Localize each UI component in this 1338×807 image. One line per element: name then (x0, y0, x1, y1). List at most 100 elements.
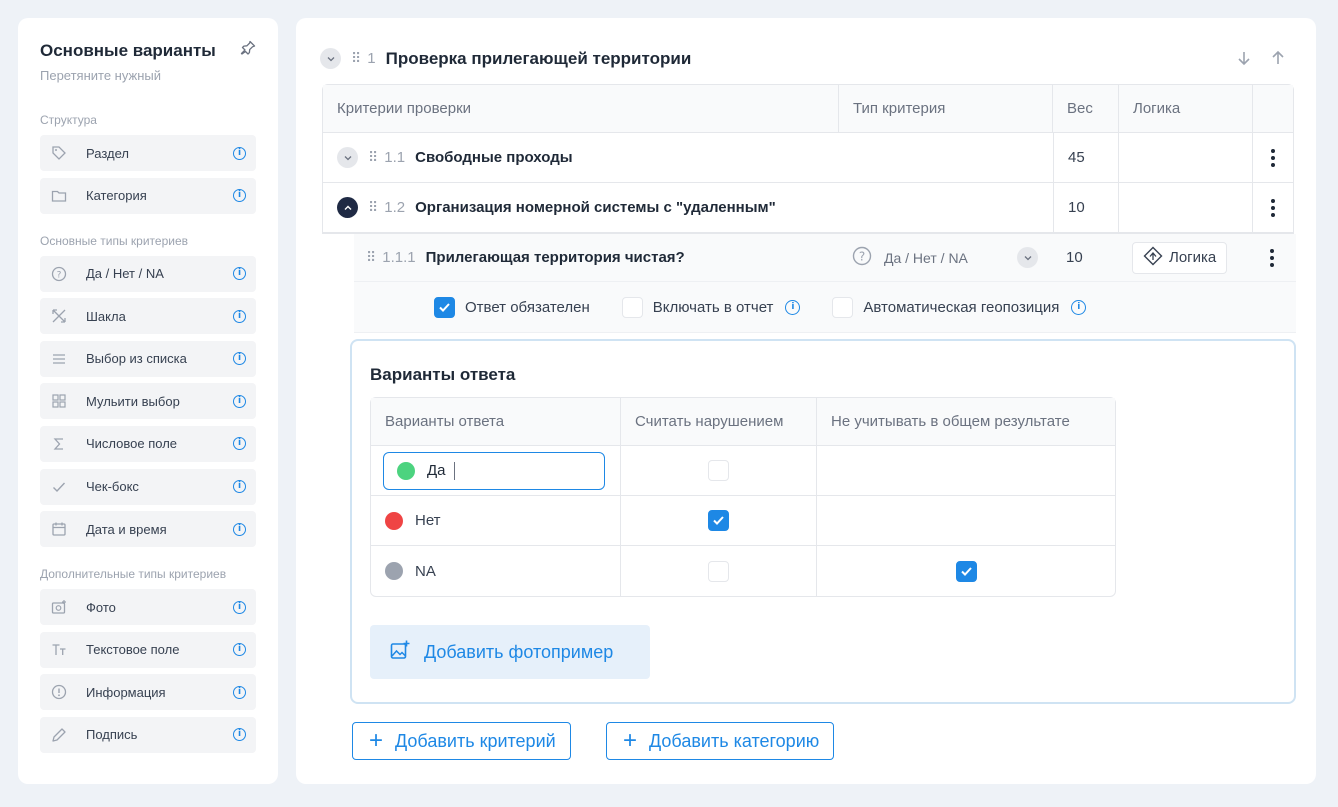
variant-label: Нет (415, 512, 441, 529)
main-panel: ⠿ 1 Проверка прилегающей территории Крит… (296, 18, 1316, 784)
image-add-icon (390, 640, 410, 665)
row-menu-button[interactable] (1252, 234, 1292, 281)
sub-criterion-options: Ответ обязателен Включать в отчет i Авто… (354, 282, 1296, 332)
info-icon[interactable]: i (233, 267, 246, 281)
pin-icon[interactable] (240, 40, 256, 61)
option-include-report[interactable]: Включать в отчет i (621, 296, 801, 318)
info-icon[interactable]: i (233, 394, 246, 408)
weight-cell: 10 (1066, 249, 1083, 266)
sidebar-item-scale[interactable]: Шакла i (40, 298, 256, 335)
violation-checkbox[interactable] (708, 560, 729, 582)
info-icon[interactable]: i (233, 600, 246, 614)
auto-geo-checkbox[interactable] (832, 296, 854, 318)
header-spacer (1253, 85, 1293, 132)
drag-handle-icon[interactable]: ⠿ (368, 199, 378, 216)
plus-icon: + (369, 727, 384, 754)
color-dot[interactable] (385, 562, 403, 580)
sidebar-item-yes-no-na[interactable]: ? Да / Нет / NA i (40, 255, 256, 292)
required-checkbox[interactable] (434, 296, 455, 318)
drag-handle-icon[interactable]: ⠿ (368, 149, 378, 166)
violation-checkbox[interactable] (708, 460, 729, 481)
arrow-down-icon[interactable] (1236, 50, 1252, 71)
column-header: Тип критерия (839, 85, 1053, 132)
sub-criterion-row[interactable]: ⠿ 1.1.1 Прилегающая территория чистая? ?… (354, 234, 1296, 282)
variants-title: Варианты ответа (370, 365, 516, 384)
info-icon[interactable]: i (785, 299, 801, 315)
sidebar-item-text-field[interactable]: Текстовое поле i (40, 631, 256, 668)
kebab-icon (1270, 248, 1274, 267)
info-icon[interactable]: i (1071, 299, 1087, 315)
logic-icon (1143, 246, 1163, 270)
column-header: Вес (1053, 85, 1119, 132)
exclude-checkbox[interactable] (955, 560, 977, 582)
plus-icon: + (623, 727, 638, 754)
row-title: Организация номерной системы с "удаленны… (415, 199, 776, 216)
info-icon[interactable]: i (233, 146, 246, 160)
include-report-checkbox[interactable] (621, 296, 643, 318)
color-dot[interactable] (397, 461, 415, 480)
table-row[interactable]: ⠿ 1.2 Организация номерной системы с "уд… (323, 183, 1293, 233)
sidebar-item-label: Фото (86, 599, 116, 615)
variants-table: Варианты ответа Считать нарушением Не уч… (370, 397, 1116, 597)
add-category-button[interactable]: + Добавить категорию (606, 722, 835, 760)
sidebar-subtitle: Перетяните нужный (40, 68, 161, 83)
sidebar-item-datetime[interactable]: Дата и время i (40, 511, 256, 548)
sidebar-item-list-choice[interactable]: Выбор из списка i (40, 340, 256, 377)
weight-cell: 10 (1053, 183, 1119, 232)
add-photo-example-button[interactable]: Добавить фотопример (370, 625, 650, 679)
sidebar-item-information[interactable]: Информация i (40, 674, 256, 711)
chevron-down-icon[interactable] (1017, 247, 1038, 268)
sidebar-item-label: Числовое поле (86, 436, 178, 452)
arrow-up-icon[interactable] (1270, 50, 1286, 71)
tag-icon (50, 144, 68, 162)
drag-handle-icon[interactable]: ⠿ (351, 50, 361, 67)
info-icon[interactable]: i (233, 437, 246, 451)
collapse-section-button[interactable] (320, 48, 341, 69)
list-icon (50, 350, 68, 368)
info-icon[interactable]: i (233, 189, 246, 203)
row-menu-button[interactable] (1253, 133, 1293, 182)
sidebar-item-section[interactable]: Раздел i (40, 135, 256, 171)
option-auto-geo[interactable]: Автоматическая геопозиция i (832, 296, 1087, 318)
sidebar-item-signature[interactable]: Подпись i (40, 716, 256, 753)
add-category-label: Добавить категорию (649, 730, 820, 751)
add-criterion-button[interactable]: + Добавить критерий (352, 722, 571, 760)
type-select[interactable]: ? Да / Нет / NA (838, 234, 1052, 281)
violation-checkbox[interactable] (708, 510, 729, 531)
sidebar-item-multi-choice[interactable]: Мульити выбор i (40, 383, 256, 420)
chevron-down-icon (327, 56, 334, 61)
table-row[interactable]: ⠿ 1.1 Свободные проходы 45 (323, 133, 1293, 183)
info-icon[interactable]: i (233, 728, 246, 742)
info-icon[interactable]: i (233, 522, 246, 536)
table-row: Да (371, 446, 1115, 496)
variant-name-input[interactable]: Да (383, 451, 605, 490)
sidebar-item-label: Мульити выбор (86, 393, 180, 409)
info-icon[interactable]: i (233, 643, 246, 657)
info-icon[interactable]: i (233, 309, 246, 323)
type-value: Да / Нет / NA (884, 249, 968, 266)
row-menu-button[interactable] (1253, 183, 1293, 232)
svg-text:?: ? (859, 250, 865, 264)
sidebar-item-category[interactable]: Категория i (40, 177, 256, 214)
sidebar-item-number-field[interactable]: Числовое поле i (40, 425, 256, 462)
option-required[interactable]: Ответ обязателен (434, 296, 590, 318)
add-photo-example-label: Добавить фотопример (424, 641, 614, 662)
info-icon[interactable]: i (233, 352, 246, 366)
info-circle-icon (50, 683, 68, 701)
exclude-cell (817, 546, 1115, 596)
row-title: Прилегающая территория чистая? (425, 249, 685, 266)
row-number: 1.1 (384, 149, 406, 166)
info-icon[interactable]: i (233, 685, 246, 699)
collapse-row-button[interactable] (337, 197, 358, 218)
logic-button[interactable]: Логика (1132, 241, 1228, 274)
sidebar-item-checkbox[interactable]: Чек-бокс i (40, 468, 256, 505)
color-dot[interactable] (385, 511, 403, 530)
sidebar-section-label: Структура (40, 113, 97, 127)
criterion-cell: ⠿ 1.2 Организация номерной системы с "уд… (323, 183, 1053, 232)
drag-handle-icon[interactable]: ⠿ (366, 249, 376, 266)
expand-row-button[interactable] (337, 147, 358, 168)
section-order-controls (1236, 50, 1286, 71)
sidebar-item-photo[interactable]: Фото i (40, 589, 256, 626)
info-icon[interactable]: i (233, 480, 246, 494)
scale-icon (50, 307, 68, 325)
